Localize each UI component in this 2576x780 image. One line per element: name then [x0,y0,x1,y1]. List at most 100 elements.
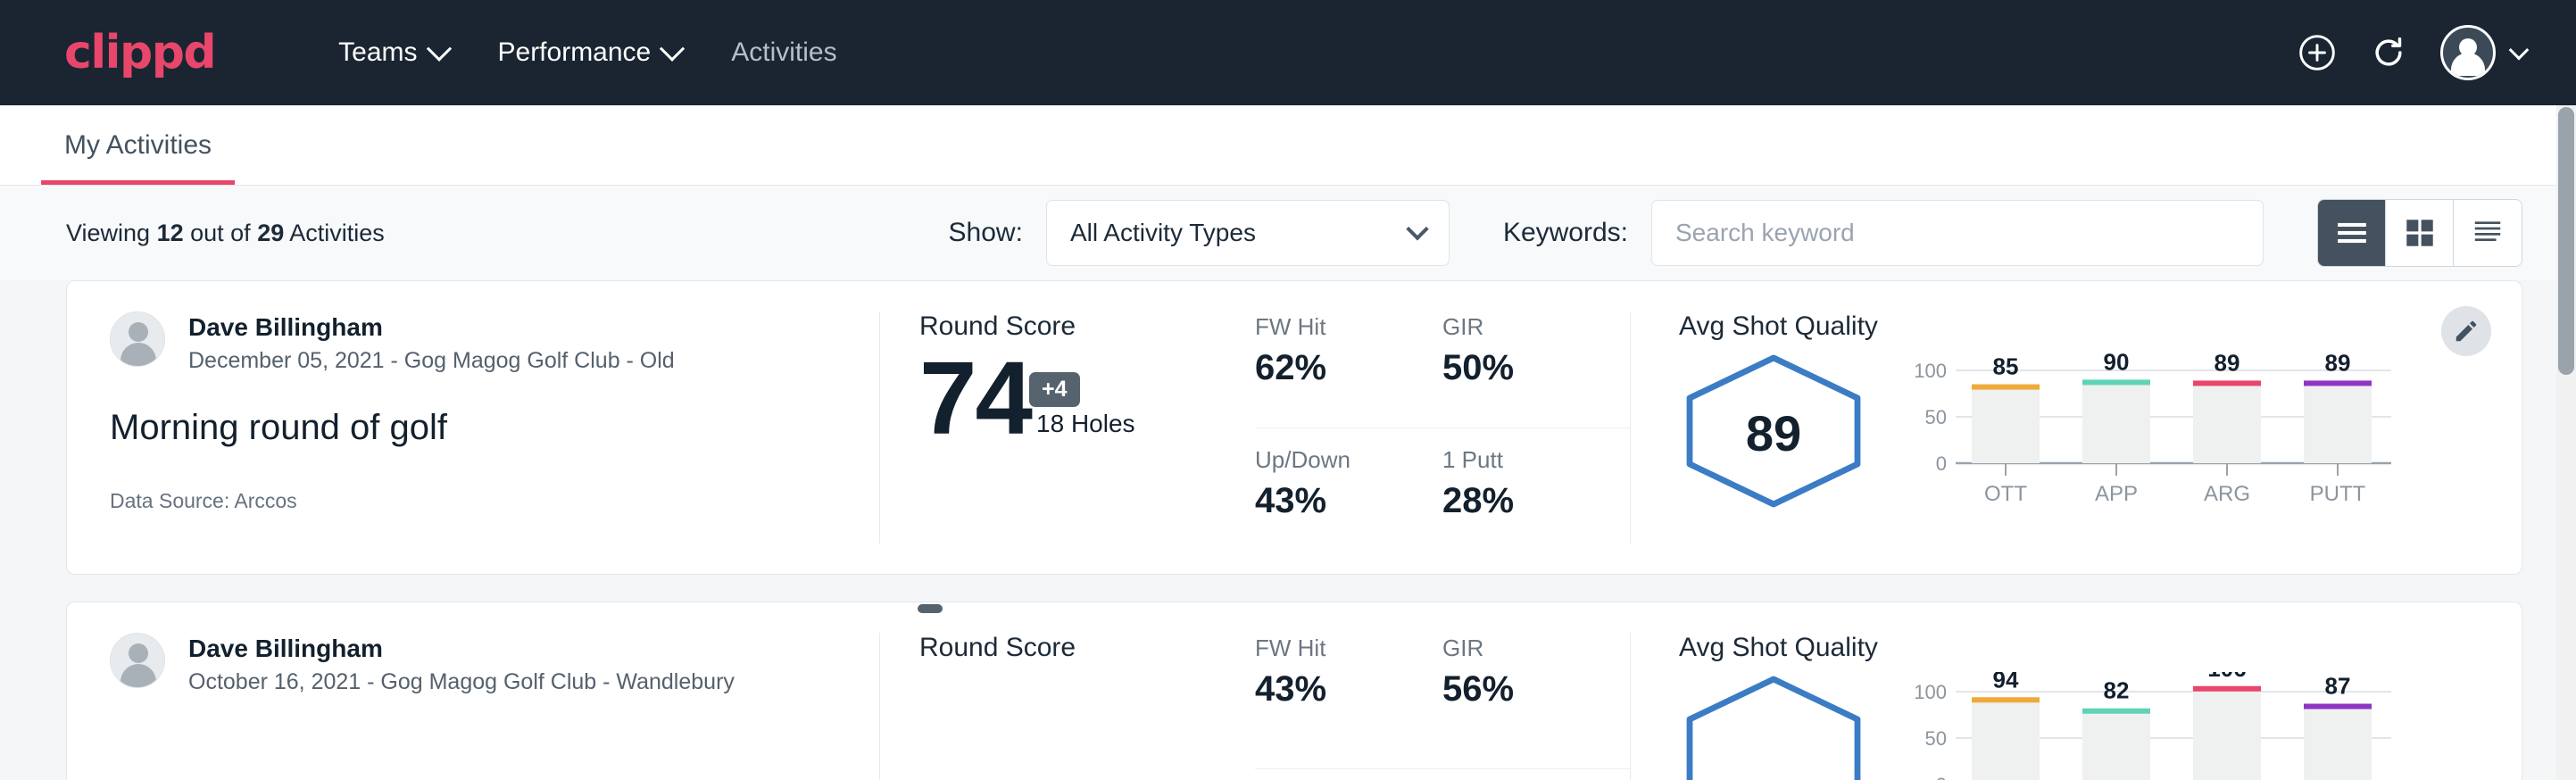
bar-group-putt: 87 [2304,673,2372,780]
avatar-body [120,664,156,687]
avatar [2440,25,2496,80]
app-header: clippd Teams Performance Activities [0,0,2576,105]
view-mode-toggle [2317,199,2522,267]
chevron-down-icon [2509,40,2530,61]
activity-user: Dave Billingham October 16, 2021 - Gog M… [110,633,836,695]
chevron-down-icon [426,37,451,62]
stat-1-putt: 1 Putt [1442,769,1630,780]
scrollbar-thumb[interactable] [2558,107,2574,375]
nav-item-label: Activities [731,37,836,68]
filter-bar: Viewing 12 out of 29 Activities Show: Al… [0,186,2576,280]
ytick-100: 100 [1914,360,1947,382]
quality-hexagon [1679,674,1868,780]
round-stats: FW Hit 43% GIR 56% Up/Down 1 Putt [1255,633,1630,780]
avatar [110,311,165,367]
stat-fw-hit: FW Hit 62% [1255,313,1442,428]
bar-group-arg: 89 ARG [2193,351,2261,506]
pencil-icon [2453,318,2480,344]
activities-list: Dave Billingham December 05, 2021 - Gog … [0,280,2576,780]
compact-view-icon [2471,219,2505,247]
stat-gir: GIR 56% [1442,635,1630,769]
clippd-logo[interactable]: clippd [64,29,215,76]
avatar [110,633,165,688]
nav-item-activities[interactable]: Activities [706,29,861,77]
bar-value-ott: 94 [1993,672,2019,693]
round-score-label: Round Score [919,633,1255,663]
avg-shot-quality-section: Avg Shot Quality 100 50 0 [1631,633,2522,780]
view-mode-grid-button[interactable] [2386,200,2454,266]
round-score-label: Round Score [919,311,1255,342]
plus-circle-icon [2298,33,2337,72]
view-mode-compact-button[interactable] [2454,200,2522,266]
viewing-suffix: Activities [284,220,385,246]
activity-meta: December 05, 2021 - Gog Magog Golf Club … [188,348,675,374]
stat-fw-hit: FW Hit 43% [1255,635,1442,769]
quality-score-value [1679,674,1868,780]
grid-view-icon [2404,217,2436,249]
chevron-down-icon [1406,218,1428,240]
nav-item-performance[interactable]: Performance [473,29,707,77]
stat-label: FW Hit [1255,635,1403,662]
stat-label: GIR [1442,635,1591,662]
nav-item-label: Performance [498,37,652,68]
ytick-0: 0 [1936,774,1947,780]
activity-title: Morning round of golf [110,408,836,448]
stat-gir: GIR 50% [1442,313,1630,428]
avg-shot-quality-label: Avg Shot Quality [1679,311,2522,342]
account-menu-button[interactable] [2440,25,2526,80]
quality-hexagon: 89 [1679,353,1868,514]
stat-value: 43% [1255,669,1403,709]
search-box[interactable] [1651,200,2264,266]
bar-label-ott: OTT [1984,482,2027,506]
avg-shot-quality-label: Avg Shot Quality [1679,633,2522,663]
view-mode-list-button[interactable] [2318,200,2386,266]
user-text-block: Dave Billingham December 05, 2021 - Gog … [188,311,675,374]
bar-group-putt: 89 PUTT [2304,351,2372,506]
edit-activity-button[interactable] [2441,306,2491,356]
refresh-button[interactable] [2369,33,2408,72]
tab-my-activities[interactable]: My Activities [41,130,235,185]
round-score-section: Round Score [880,633,1255,780]
stat-1-putt: 1 Putt 28% [1442,428,1630,544]
activity-type-value: All Activity Types [1070,219,1256,247]
bar-chart: 100 50 0 94 82 [1891,672,2391,780]
avatar-body [2451,53,2485,76]
page-scrollbar[interactable] [2556,105,2576,780]
bar-value-ott: 85 [1993,353,2019,380]
stat-label: GIR [1442,313,1591,341]
viewing-count-text: Viewing 12 out of 29 Activities [66,220,385,247]
bar-value-arg: 106 [2207,672,2246,682]
refresh-icon [2369,33,2408,72]
activity-card[interactable]: Dave Billingham October 16, 2021 - Gog M… [66,602,2522,780]
nav-item-teams[interactable]: Teams [313,29,472,77]
user-name: Dave Billingham [188,633,735,664]
search-input[interactable] [1675,219,2239,247]
main-navigation: Teams Performance Activities [313,29,861,77]
chevron-down-icon [660,37,685,62]
holes-label: 18 Holes [1036,410,1135,447]
bar-group-app: 82 [2082,677,2150,780]
stat-value: 28% [1442,481,1630,521]
bar-value-app: 82 [2104,677,2130,704]
add-activity-button[interactable] [2298,33,2337,72]
viewing-count: 12 [157,220,184,246]
quality-score-value: 89 [1679,353,1868,514]
activity-type-select[interactable]: All Activity Types [1046,200,1450,266]
header-actions [2298,25,2526,80]
bar-group-app: 90 APP [2082,351,2150,506]
viewing-prefix: Viewing [66,220,157,246]
activity-card[interactable]: Dave Billingham December 05, 2021 - Gog … [66,280,2522,575]
round-score-value: 74 [919,349,1031,447]
bar-label-arg: ARG [2204,482,2250,506]
bar-value-putt: 87 [2325,673,2351,700]
nav-item-label: Teams [338,37,417,68]
bar-label-app: APP [2095,482,2138,506]
ytick-50: 50 [1925,727,1947,750]
avg-shot-quality-body: 89 100 50 0 [1679,345,2522,534]
bar-value-app: 90 [2104,351,2130,375]
score-to-par-badge [918,604,943,613]
viewing-mid: out of [184,220,258,246]
avatar-head [129,643,148,663]
user-text-block: Dave Billingham October 16, 2021 - Gog M… [188,633,735,695]
stat-up-down: Up/Down 43% [1255,428,1442,544]
